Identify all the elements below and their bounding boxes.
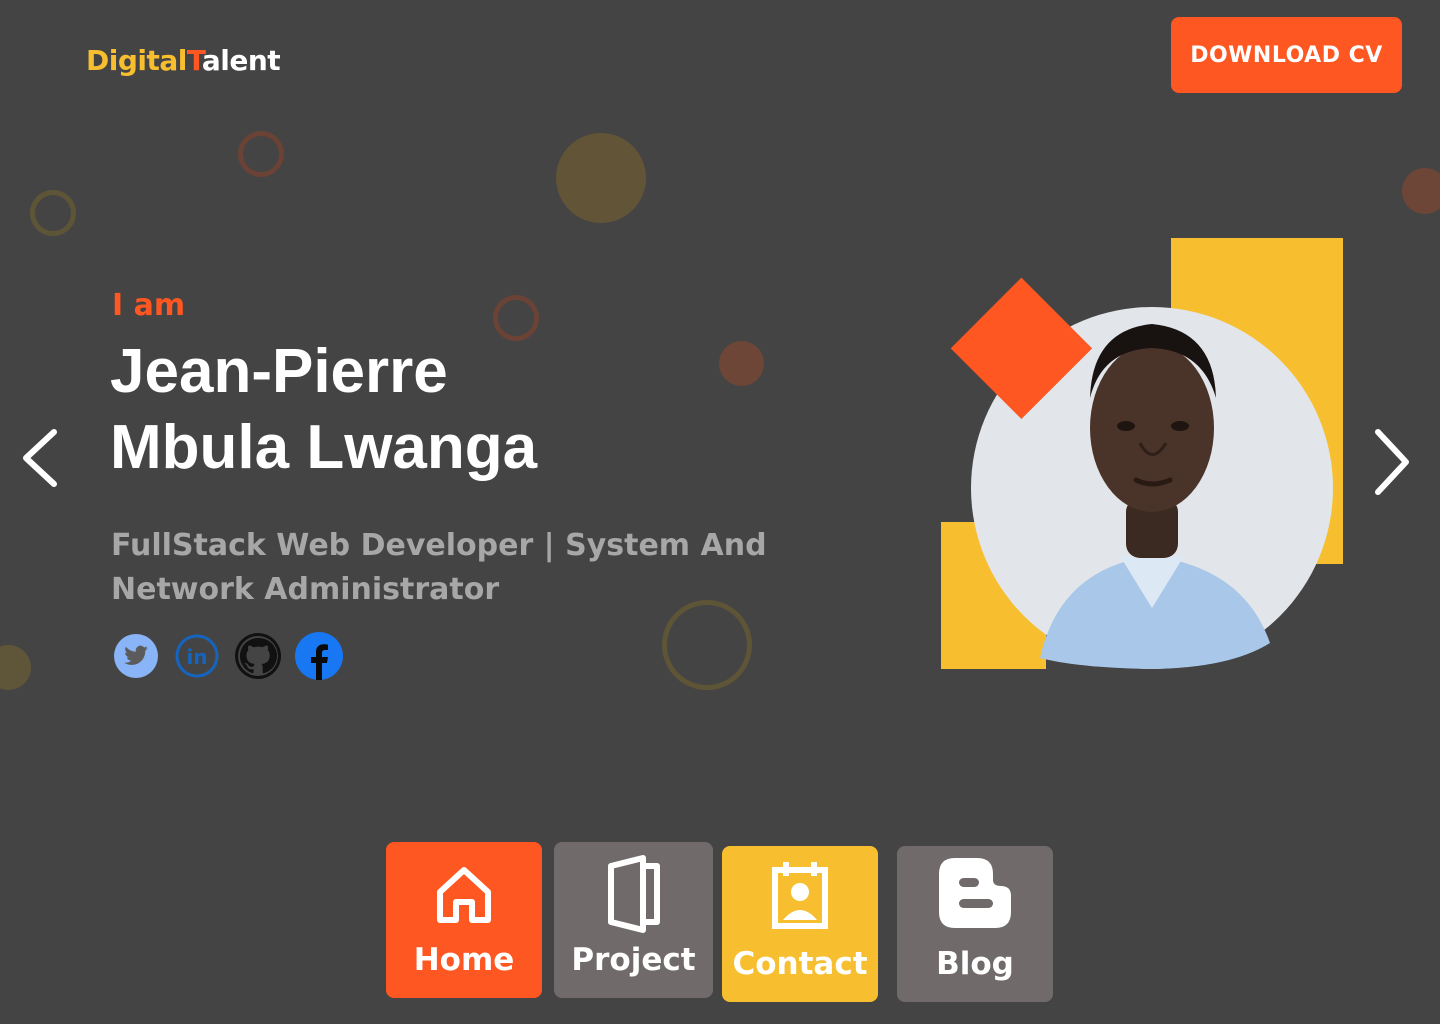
decor-ring: [30, 190, 76, 236]
contact-card-icon: [772, 862, 828, 929]
brand-logo[interactable]: DigitalTalent: [86, 44, 281, 77]
hero-name-line1: Jean-Pierre: [110, 337, 448, 406]
twitter-icon[interactable]: [112, 630, 162, 680]
decor-ring: [238, 131, 284, 177]
nav-contact-label: Contact: [732, 946, 868, 982]
next-arrow-icon[interactable]: [1366, 420, 1416, 500]
intro-label: I am: [112, 288, 186, 323]
door-icon: [607, 855, 660, 933]
facebook-icon[interactable]: [294, 630, 344, 680]
nav-blog-label: Blog: [936, 946, 1014, 982]
nav-project-label: Project: [571, 942, 696, 978]
github-icon[interactable]: [233, 630, 283, 680]
hero-name-line2: Mbula Lwanga: [110, 413, 538, 482]
nav-contact-button[interactable]: Contact: [722, 846, 878, 1002]
nav-home-label: Home: [413, 942, 515, 978]
blogger-icon: [939, 858, 1011, 928]
decor-dot: [0, 645, 31, 690]
decor-dot: [1402, 168, 1440, 214]
decor-ring: [662, 600, 752, 690]
brand-logo-part1: Digital: [86, 44, 187, 77]
decor-dot: [556, 133, 646, 223]
linkedin-icon[interactable]: in: [173, 630, 223, 680]
svg-text:in: in: [186, 645, 207, 669]
hero-name: Jean-Pierre Mbula Lwanga: [110, 334, 670, 486]
home-icon: [437, 867, 491, 923]
nav-home-button[interactable]: Home: [386, 842, 542, 998]
brand-logo-part2: T: [186, 44, 203, 77]
nav-project-button[interactable]: Project: [554, 842, 713, 998]
hero-subtitle: FullStack Web Developer | System And Net…: [111, 528, 767, 607]
download-cv-button[interactable]: DOWNLOAD CV: [1171, 17, 1402, 93]
decor-dot: [719, 341, 764, 386]
profile-illustration: [940, 238, 1350, 678]
brand-logo-part3: alent: [201, 44, 281, 77]
previous-arrow-icon[interactable]: [16, 420, 66, 500]
nav-blog-button[interactable]: Blog: [897, 846, 1053, 1002]
